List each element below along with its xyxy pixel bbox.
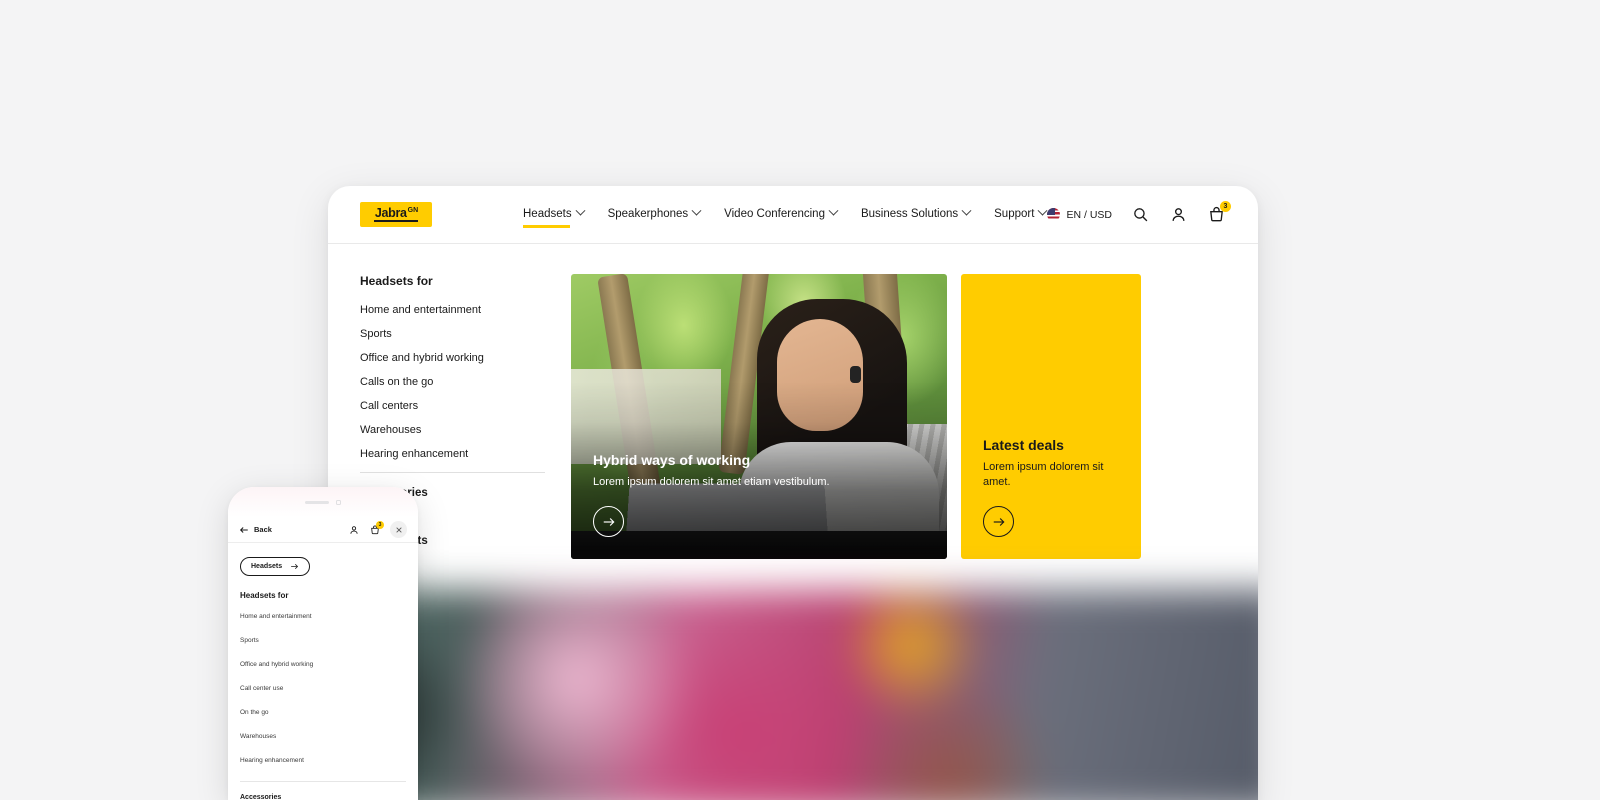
mega-link-call-centers[interactable]: Call centers bbox=[360, 400, 545, 412]
cart-badge: 3 bbox=[376, 521, 384, 529]
chevron-down-icon bbox=[961, 205, 972, 216]
jabra-logo[interactable]: Jabra GN bbox=[360, 202, 432, 227]
account-icon[interactable] bbox=[1169, 205, 1188, 224]
nav-item-business-solutions[interactable]: Business Solutions bbox=[860, 205, 972, 222]
nav-item-label: Video Conferencing bbox=[724, 207, 825, 220]
nav-item-video-conferencing[interactable]: Video Conferencing bbox=[724, 205, 839, 222]
nav-item-label: Speakerphones bbox=[607, 207, 689, 220]
close-icon[interactable] bbox=[390, 521, 407, 538]
nav-item-headsets[interactable]: Headsets bbox=[523, 205, 586, 228]
nav-item-support[interactable]: Support bbox=[994, 205, 1048, 222]
back-button-label[interactable]: Back bbox=[254, 525, 272, 534]
promo-title: Hybrid ways of working bbox=[593, 451, 751, 468]
phone-camera-icon bbox=[336, 499, 341, 505]
promo-title: Latest deals bbox=[983, 436, 1064, 453]
mobile-link-warehouses[interactable]: Warehouses bbox=[240, 733, 406, 740]
main-nav: Headsets Speakerphones Video Conferencin… bbox=[523, 205, 1048, 228]
promo-card-latest-deals[interactable]: Latest deals Lorem ipsum dolorem sit ame… bbox=[961, 274, 1141, 559]
desktop-browser-mock: Jabra GN Headsets Speakerphones Video Co… bbox=[328, 186, 1258, 800]
phone-speaker bbox=[305, 500, 329, 504]
headsets-pill-button[interactable]: Headsets bbox=[240, 557, 311, 576]
search-icon[interactable] bbox=[1131, 205, 1150, 224]
pill-label: Headsets bbox=[251, 563, 283, 570]
mobile-link-on-the-go[interactable]: On the go bbox=[240, 709, 406, 716]
mega-link-sports[interactable]: Sports bbox=[360, 328, 545, 340]
arrow-right-icon[interactable] bbox=[593, 506, 624, 537]
chevron-down-icon bbox=[828, 205, 839, 216]
logo-underbar bbox=[374, 220, 418, 222]
chevron-down-icon bbox=[575, 205, 586, 216]
mobile-link-office-and-hybrid-working[interactable]: Office and hybrid working bbox=[240, 661, 406, 668]
nav-item-label: Business Solutions bbox=[860, 207, 959, 220]
promo-content: Latest deals Lorem ipsum dolorem sit ame… bbox=[983, 437, 1123, 537]
promo-row: Hybrid ways of working Lorem ipsum dolor… bbox=[571, 274, 1226, 564]
promo-subtitle: Lorem ipsum dolorem sit amet etiam vesti… bbox=[593, 476, 830, 489]
arrow-right-icon[interactable] bbox=[983, 506, 1014, 537]
mega-link-home-and-entertainment[interactable]: Home and entertainment bbox=[360, 304, 545, 316]
cart-icon[interactable]: 3 bbox=[1207, 201, 1231, 224]
chevron-down-icon bbox=[691, 205, 702, 216]
header-actions: EN / USD 3 bbox=[1047, 201, 1231, 224]
mega-link-hearing-enhancement[interactable]: Hearing enhancement bbox=[360, 448, 545, 460]
mobile-menu-title: Headsets for bbox=[240, 591, 289, 600]
mobile-menu-body: Headsets Headsets for Home and entertain… bbox=[228, 543, 418, 800]
mega-menu-divider bbox=[360, 472, 545, 473]
nav-item-label: Support bbox=[994, 207, 1035, 220]
nav-item-speakerphones[interactable]: Speakerphones bbox=[607, 205, 702, 222]
chevron-down-icon bbox=[1037, 205, 1048, 216]
mobile-link-sports[interactable]: Sports bbox=[240, 637, 406, 644]
mega-link-calls-on-the-go[interactable]: Calls on the go bbox=[360, 376, 545, 388]
nav-item-label: Headsets bbox=[523, 207, 572, 220]
us-flag-icon bbox=[1047, 208, 1061, 221]
mega-menu-panel: Headsets for Home and entertainment Spor… bbox=[328, 244, 1258, 564]
arrow-left-icon[interactable] bbox=[239, 525, 249, 535]
mobile-phone-mock: Back 3 Headsets Headsets for Home and en… bbox=[228, 487, 418, 800]
promo-content: Hybrid ways of working Lorem ipsum dolor… bbox=[593, 452, 929, 537]
mobile-link-accessories[interactable]: Accessories bbox=[240, 794, 406, 800]
account-icon[interactable] bbox=[348, 524, 359, 535]
mega-menu-title: Headsets for bbox=[360, 274, 433, 288]
arrow-right-icon bbox=[291, 563, 299, 570]
promo-card-hybrid-ways-of-working[interactable]: Hybrid ways of working Lorem ipsum dolor… bbox=[571, 274, 947, 559]
mobile-menu-divider bbox=[240, 781, 406, 782]
mobile-header: Back 3 bbox=[228, 517, 418, 543]
mobile-link-call-center-use[interactable]: Call center use bbox=[240, 685, 406, 692]
logo-gn-mark: GN bbox=[407, 207, 419, 214]
phone-notch bbox=[228, 487, 418, 517]
mobile-header-actions: 3 bbox=[348, 521, 407, 538]
cart-icon[interactable]: 3 bbox=[369, 521, 384, 535]
cart-badge: 3 bbox=[1220, 201, 1231, 212]
promo-subtitle: Lorem ipsum dolorem sit amet. bbox=[983, 461, 1104, 489]
logo-wordmark: Jabra bbox=[374, 206, 407, 221]
mobile-link-home-and-entertainment[interactable]: Home and entertainment bbox=[240, 613, 406, 620]
mega-link-office-and-hybrid-working[interactable]: Office and hybrid working bbox=[360, 352, 545, 364]
site-header: Jabra GN Headsets Speakerphones Video Co… bbox=[328, 186, 1258, 244]
mega-link-warehouses[interactable]: Warehouses bbox=[360, 424, 545, 436]
mobile-link-hearing-enhancement[interactable]: Hearing enhancement bbox=[240, 757, 406, 764]
locale-selector[interactable]: EN / USD bbox=[1047, 208, 1112, 221]
locale-label: EN / USD bbox=[1066, 208, 1112, 221]
blurred-page-content bbox=[328, 589, 1258, 800]
